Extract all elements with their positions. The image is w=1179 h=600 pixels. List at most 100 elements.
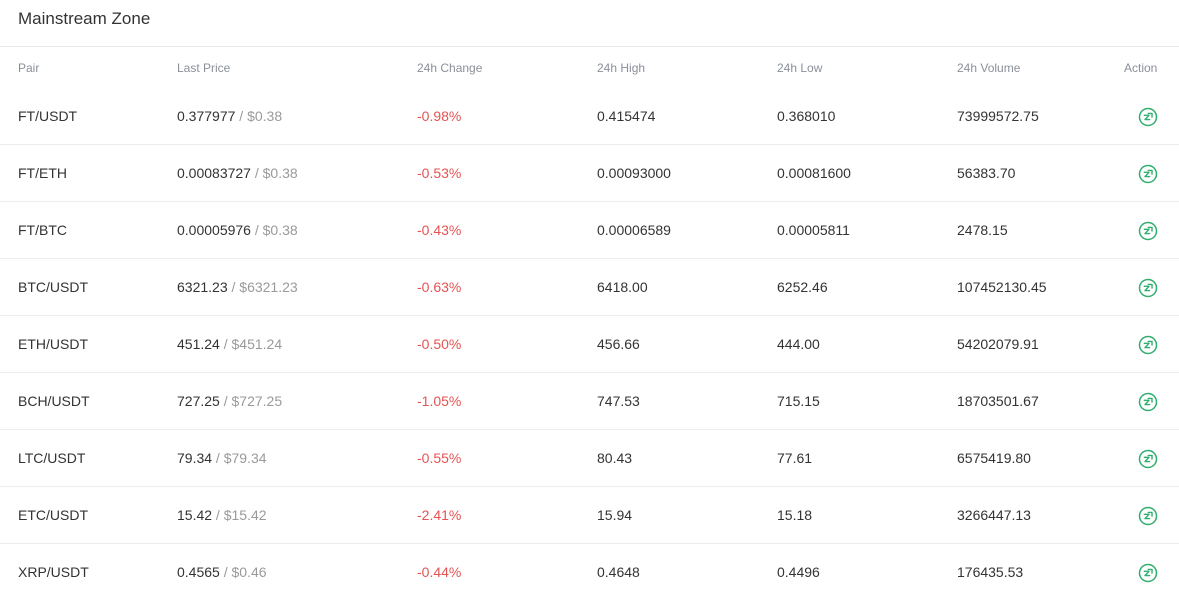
- pair-name[interactable]: BTC/USDT: [18, 279, 88, 295]
- trade-exchange-icon: [1138, 278, 1158, 298]
- last-price-value: 727.25: [177, 393, 220, 409]
- last-price: 0.4565 / $0.46: [177, 564, 267, 580]
- pair-name[interactable]: XRP/USDT: [18, 564, 89, 580]
- usd-price: $79.34: [223, 450, 267, 466]
- trade-exchange-icon: [1138, 221, 1158, 241]
- change-24h: -1.05%: [417, 393, 462, 409]
- pair-name[interactable]: BCH/USDT: [18, 393, 90, 409]
- change-24h: -0.53%: [417, 165, 462, 181]
- last-price-value: 451.24: [177, 336, 220, 352]
- header-last-price[interactable]: Last Price: [177, 61, 230, 75]
- change-24h: -0.44%: [417, 564, 462, 580]
- last-price-value: 0.377977: [177, 108, 236, 124]
- usd-price: $15.42: [223, 507, 267, 523]
- trade-exchange-icon: [1138, 164, 1158, 184]
- last-price-value: 0.00005976: [177, 222, 251, 238]
- change-24h: -0.63%: [417, 279, 462, 295]
- trade-button[interactable]: [1138, 335, 1158, 355]
- table-row[interactable]: LTC/USDT 79.34 / $79.34 -0.55% 80.43 77.…: [0, 430, 1179, 487]
- high-24h: 747.53: [597, 393, 640, 409]
- low-24h: 0.368010: [777, 108, 836, 124]
- usd-price: $0.38: [262, 165, 298, 181]
- trade-exchange-icon: [1138, 107, 1158, 127]
- high-24h: 6418.00: [597, 279, 648, 295]
- last-price-value: 0.00083727: [177, 165, 251, 181]
- price-separator: /: [219, 393, 232, 409]
- volume-24h: 176435.53: [957, 564, 1024, 580]
- high-24h: 0.4648: [597, 564, 640, 580]
- volume-24h: 2478.15: [957, 222, 1008, 238]
- table-row[interactable]: FT/BTC 0.00005976 / $0.38 -0.43% 0.00006…: [0, 202, 1179, 259]
- usd-price: $0.38: [262, 222, 298, 238]
- low-24h: 0.00005811: [777, 222, 850, 238]
- table-header: Pair Last Price 24h Change 24h High 24h …: [0, 47, 1179, 89]
- trade-button[interactable]: [1138, 164, 1158, 184]
- table-row[interactable]: BCH/USDT 727.25 / $727.25 -1.05% 747.53 …: [0, 373, 1179, 430]
- change-24h: -2.41%: [417, 507, 462, 523]
- panel-title: Mainstream Zone: [18, 9, 151, 28]
- price-separator: /: [219, 564, 232, 580]
- trade-exchange-icon: [1138, 563, 1158, 583]
- price-separator: /: [212, 507, 224, 523]
- usd-price: $6321.23: [239, 279, 298, 295]
- high-24h: 0.00006589: [597, 222, 671, 238]
- low-24h: 15.18: [777, 507, 813, 523]
- last-price: 727.25 / $727.25: [177, 393, 282, 409]
- pair-name[interactable]: FT/ETH: [18, 165, 67, 181]
- usd-price: $727.25: [231, 393, 283, 409]
- low-24h: 0.4496: [777, 564, 820, 580]
- usd-price: $451.24: [231, 336, 283, 352]
- low-24h: 6252.46: [777, 279, 828, 295]
- last-price: 15.42 / $15.42: [177, 507, 267, 523]
- trade-button[interactable]: [1138, 221, 1158, 241]
- price-separator: /: [219, 336, 232, 352]
- price-separator: /: [235, 108, 248, 124]
- high-24h: 0.00093000: [597, 165, 671, 181]
- usd-price: $0.38: [247, 108, 283, 124]
- volume-24h: 6575419.80: [957, 450, 1031, 466]
- pair-name[interactable]: LTC/USDT: [18, 450, 85, 466]
- header-pair[interactable]: Pair: [18, 61, 39, 75]
- trade-button[interactable]: [1138, 449, 1158, 469]
- table-row[interactable]: ETH/USDT 451.24 / $451.24 -0.50% 456.66 …: [0, 316, 1179, 373]
- trade-exchange-icon: [1138, 392, 1158, 412]
- trade-exchange-icon: [1138, 449, 1158, 469]
- table-row[interactable]: BTC/USDT 6321.23 / $6321.23 -0.63% 6418.…: [0, 259, 1179, 316]
- volume-24h: 107452130.45: [957, 279, 1047, 295]
- last-price-value: 6321.23: [177, 279, 228, 295]
- price-separator: /: [227, 279, 240, 295]
- table-body: FT/USDT 0.377977 / $0.38 -0.98% 0.415474…: [0, 88, 1179, 600]
- trade-button[interactable]: [1138, 278, 1158, 298]
- pair-name[interactable]: FT/BTC: [18, 222, 67, 238]
- table-row[interactable]: ETC/USDT 15.42 / $15.42 -2.41% 15.94 15.…: [0, 487, 1179, 544]
- pair-name[interactable]: ETC/USDT: [18, 507, 88, 523]
- high-24h: 15.94: [597, 507, 633, 523]
- price-separator: /: [250, 222, 263, 238]
- header-24h-change[interactable]: 24h Change: [417, 61, 482, 75]
- header-24h-high[interactable]: 24h High: [597, 61, 645, 75]
- volume-24h: 54202079.91: [957, 336, 1039, 352]
- table-row[interactable]: FT/ETH 0.00083727 / $0.38 -0.53% 0.00093…: [0, 145, 1179, 202]
- volume-24h: 18703501.67: [957, 393, 1039, 409]
- table-row[interactable]: FT/USDT 0.377977 / $0.38 -0.98% 0.415474…: [0, 88, 1179, 145]
- last-price: 0.377977 / $0.38: [177, 108, 282, 124]
- low-24h: 444.00: [777, 336, 820, 352]
- market-panel: Mainstream Zone Pair Last Price 24h Chan…: [0, 0, 1179, 592]
- last-price: 0.00005976 / $0.38: [177, 222, 298, 238]
- header-24h-volume[interactable]: 24h Volume: [957, 61, 1020, 75]
- last-price-value: 79.34: [177, 450, 213, 466]
- volume-24h: 73999572.75: [957, 108, 1039, 124]
- trade-button[interactable]: [1138, 107, 1158, 127]
- header-24h-low[interactable]: 24h Low: [777, 61, 822, 75]
- last-price: 0.00083727 / $0.38: [177, 165, 298, 181]
- last-price: 451.24 / $451.24: [177, 336, 282, 352]
- pair-name[interactable]: ETH/USDT: [18, 336, 88, 352]
- pair-name[interactable]: FT/USDT: [18, 108, 77, 124]
- low-24h: 0.00081600: [777, 165, 851, 181]
- header-action: Action: [1124, 61, 1158, 75]
- trade-button[interactable]: [1138, 506, 1158, 526]
- trade-button[interactable]: [1138, 563, 1158, 583]
- last-price: 79.34 / $79.34: [177, 450, 267, 466]
- high-24h: 0.415474: [597, 108, 656, 124]
- trade-button[interactable]: [1138, 392, 1158, 412]
